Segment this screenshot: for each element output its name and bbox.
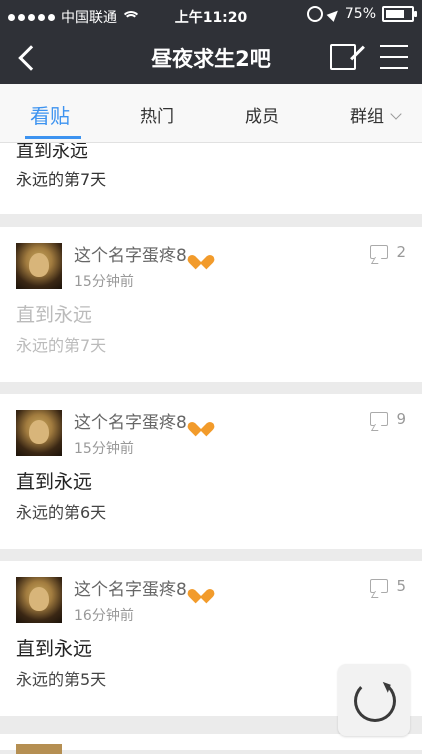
tab-latest[interactable]: 看贴 (30, 100, 70, 129)
tab-bar: 看贴 热门 成员 群组 (0, 84, 422, 143)
username-text: 这个名字蛋疼8 (74, 246, 187, 266)
post-body: 永远的第7天 (16, 336, 107, 355)
avatar[interactable] (16, 410, 62, 456)
post-title: 直到永远 (16, 304, 93, 326)
username[interactable]: 这个名字蛋疼8 (74, 408, 209, 433)
username[interactable]: 这个名字蛋疼8 (74, 241, 209, 266)
heart-badge-icon (193, 249, 209, 263)
battery-icon (382, 6, 417, 22)
tab-members[interactable]: 成员 (245, 102, 279, 127)
post-card[interactable]: 这个名字蛋疼8 15分钟前 9 直到永远 永远的第6天 (0, 394, 422, 549)
status-right: 75% (306, 6, 417, 22)
post-body: 永远的第7天 (16, 170, 107, 189)
comment-icon (370, 245, 389, 259)
post-time: 15分钟前 (74, 441, 134, 457)
heart-badge-icon (193, 583, 209, 597)
post-card[interactable]: 这个名字蛋疼8 15分钟前 2 直到永远 永远的第7天 (0, 227, 422, 382)
comment-count-value: 2 (396, 243, 406, 261)
tab-groups-label: 群组 (350, 107, 384, 127)
username[interactable]: 这个名字蛋疼8 (74, 575, 209, 600)
comment-count-value: 5 (396, 577, 406, 595)
battery-percent: 75% (344, 6, 376, 22)
comment-count-value: 9 (396, 410, 406, 428)
comment-count: 9 (370, 410, 406, 428)
post-body: 永远的第6天 (16, 503, 107, 522)
location-arrow-icon (326, 6, 342, 22)
nav-bar: 昼夜求生2吧 (0, 30, 422, 84)
post-title: 直到永远 (16, 471, 93, 493)
rotation-lock-icon (306, 6, 323, 22)
heart-badge-icon (193, 416, 209, 430)
status-bar: 中国联通 上午11:20 75% (0, 0, 422, 30)
comment-count: 2 (370, 243, 406, 261)
post-card-partial[interactable]: 直到永远 永远的第7天 (0, 141, 422, 214)
comment-count: 5 (370, 577, 406, 595)
username-text: 这个名字蛋疼8 (74, 413, 187, 433)
refresh-icon (354, 680, 396, 722)
avatar[interactable] (16, 243, 62, 289)
tab-groups[interactable]: 群组 (350, 102, 402, 127)
post-time: 15分钟前 (74, 274, 134, 290)
tab-underline (25, 136, 81, 139)
refresh-button[interactable] (338, 664, 410, 736)
avatar (16, 744, 62, 754)
tab-hot[interactable]: 热门 (140, 102, 174, 127)
post-time: 16分钟前 (74, 608, 134, 624)
username-text: 这个名字蛋疼8 (74, 580, 187, 600)
avatar[interactable] (16, 577, 62, 623)
page-title: 昼夜求生2吧 (151, 47, 271, 71)
menu-icon[interactable] (380, 45, 408, 69)
comment-icon (370, 579, 389, 593)
post-body: 永远的第5天 (16, 670, 107, 689)
comment-icon (370, 412, 389, 426)
post-card-partial[interactable] (0, 734, 422, 754)
chevron-down-icon (390, 108, 402, 120)
edit-icon[interactable] (330, 44, 356, 70)
post-title: 直到永远 (16, 638, 93, 660)
